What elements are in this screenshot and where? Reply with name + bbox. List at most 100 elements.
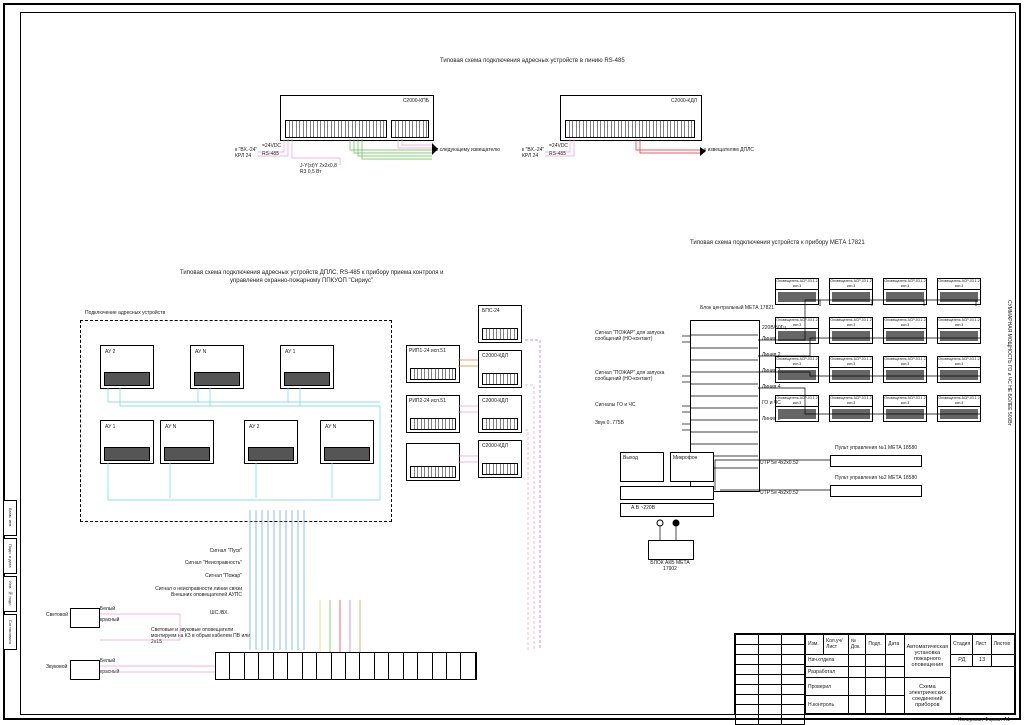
terminal [482, 328, 518, 340]
pult1-box [830, 455, 922, 467]
tb-stage: РД [951, 654, 973, 666]
label: С2000-КДЛ [482, 443, 508, 449]
xt-label: ШС./ВХ. [210, 610, 229, 616]
pult-label: Пульт управления №1 МЕТА 18580 [835, 445, 917, 451]
signal-label: Сигнал "Пуск" [132, 548, 242, 554]
terminal [164, 447, 210, 461]
label: Белый [100, 606, 115, 612]
aux-mic: Микрофон [670, 452, 714, 482]
title-block: Изм. Кол.уч/Лист № Док. Подп. Дата Автом… [804, 633, 1016, 715]
terminal [324, 447, 370, 461]
tb-role: Нач.отдела [806, 654, 849, 666]
terminal [284, 372, 330, 386]
au-label: АУ 1 [285, 349, 295, 355]
section-title-top: Типовая схема подключения адресных устро… [440, 58, 625, 64]
tb-h: Стадия [951, 635, 973, 655]
central-note: Сигнал "ПОЖАР" для запуска сообщений (НО… [595, 330, 685, 342]
au-box: АУ N [320, 420, 374, 464]
terminal [482, 463, 518, 475]
au-label: АУ N [325, 424, 336, 430]
terminal [410, 368, 456, 380]
amp-label: Оповещатель АСР-03.1.2 исп.3 [776, 396, 818, 407]
blk-24: БПС-24 [478, 305, 522, 343]
sounder-box [70, 660, 100, 680]
label: Белый [100, 658, 115, 664]
au-label: АУ N [195, 349, 206, 355]
amplifier: Оповещатель АСР-03.1.2 исп.3 [775, 317, 819, 344]
au-box: АУ 2 [100, 345, 154, 389]
rip-2b [406, 443, 460, 481]
tb-doc: Схема электрических соединений приборов [904, 678, 951, 714]
terminal-strip [565, 120, 695, 138]
tb-col: Дата [886, 635, 904, 655]
label: КРЛ 24 [522, 153, 538, 159]
revision-table [734, 633, 806, 715]
au-label: АУ N [165, 424, 176, 430]
au-box: АУ 1 [100, 420, 154, 464]
device-label: С2000-КДЛ [671, 98, 697, 104]
terminal-strip [391, 120, 429, 138]
resistor-label: R3 0,5 Вт [300, 169, 322, 175]
amplifier: Оповещатель АСР-03.1.2 исп.3 [937, 278, 981, 305]
akb-label: БЛОК АКБ МЕТА 17902 [648, 560, 692, 572]
amp-label: Оповещатель АСР-03.1.2 исп.3 [776, 279, 818, 290]
tb-col: № Док. [848, 635, 866, 655]
format-note: Копировал Формат А1 [958, 717, 1010, 723]
amplifier: Оповещатель АСР-03.1.2 исп.3 [829, 395, 873, 422]
label: красный [100, 669, 119, 675]
amplifier: Оповещатель АСР-03.1.2 исп.3 [829, 278, 873, 305]
central-title: Блок центральный МЕТА 17821 [697, 305, 777, 311]
amp-label: Оповещатель АСР-03.1.2 исп.3 [938, 279, 980, 290]
edge-tab: Взам. инв. [4, 500, 17, 536]
amp-label: Оповещатель АСР-03.1.2 исп.3 [830, 357, 872, 368]
signal-label: Сигнал "Неисправность" [132, 560, 242, 566]
note-70: Световые и звуковые оповещатели монтируе… [151, 627, 251, 645]
amp-label: Оповещатель АСР-03.1.2 исп.3 [776, 318, 818, 329]
label: RS-485 [262, 151, 279, 157]
tb-col: Подп. [866, 635, 886, 655]
au-label: АУ 1 [105, 424, 115, 430]
terminal [248, 447, 294, 461]
amp-label: Оповещатель АСР-03.1.2 исп.3 [938, 357, 980, 368]
central-note: Сигналы ГО и ЧС [595, 402, 685, 408]
led-box [70, 608, 100, 628]
amplifier: Оповещатель АСР-03.1.2 исп.3 [883, 356, 927, 383]
terminal [104, 447, 150, 461]
edge-tab: Согласовано [4, 614, 17, 650]
amp-label: Оповещатель АСР-03.1.2 исп.3 [776, 357, 818, 368]
pult-label: Пульт управления №2 МЕТА 18580 [835, 475, 917, 481]
note: к извещателям ДПЛС [704, 147, 754, 153]
note: к следующему извещателю [436, 147, 500, 153]
signal-label: Сигнал "Пожар" [132, 573, 242, 579]
amp-label: Оповещатель АСР-03.1.2 исп.3 [830, 279, 872, 290]
device-label: С2000-КПБ [403, 98, 429, 104]
rip-label: РИП2-24 исп.51 [409, 398, 446, 404]
akb-block [648, 540, 694, 560]
amplifier-grid: Оповещатель АСР-03.1.2 исп.3 Оповещатель … [775, 278, 985, 434]
label: БПС-24 [482, 308, 500, 314]
aux-out: Выход [620, 452, 664, 482]
central-note: Сигнал "ПОЖАР" для запуска сообщений (НО… [595, 370, 685, 382]
label: С2000-КДЛ [482, 398, 508, 404]
amplifier: Оповещатель АСР-03.1.2 исп.3 [883, 395, 927, 422]
au-box: АУ 1 [280, 345, 334, 389]
terminal [410, 418, 456, 430]
au-box: АУ N [190, 345, 244, 389]
au-box: АУ 2 [244, 420, 298, 464]
amp-label: Оповещатель АСР-03.1.2 исп.3 [884, 279, 926, 290]
label: Микрофон [673, 455, 697, 461]
tb-sheet: 13 [973, 654, 991, 666]
terminal [104, 372, 150, 386]
amp-label: Оповещатель АСР-03.1.2 исп.3 [884, 396, 926, 407]
tb-sheets [991, 654, 1014, 666]
amplifier: Оповещатель АСР-03.1.2 исп.3 [829, 356, 873, 383]
kdl-3: С2000-КДЛ [478, 440, 522, 478]
section-title-mid-1: Типовая схема подключения адресных устро… [180, 270, 444, 276]
amplifier: Оповещатель АСР-03.1.2 исп.3 [937, 317, 981, 344]
label: Световой [46, 612, 68, 618]
amplifier: Оповещатель АСР-03.1.2 исп.3 [937, 395, 981, 422]
terminal-strip [285, 120, 387, 138]
tb-h: Лист [973, 635, 991, 655]
long-terminal [215, 652, 477, 680]
tb-role: Проверил [806, 678, 849, 696]
